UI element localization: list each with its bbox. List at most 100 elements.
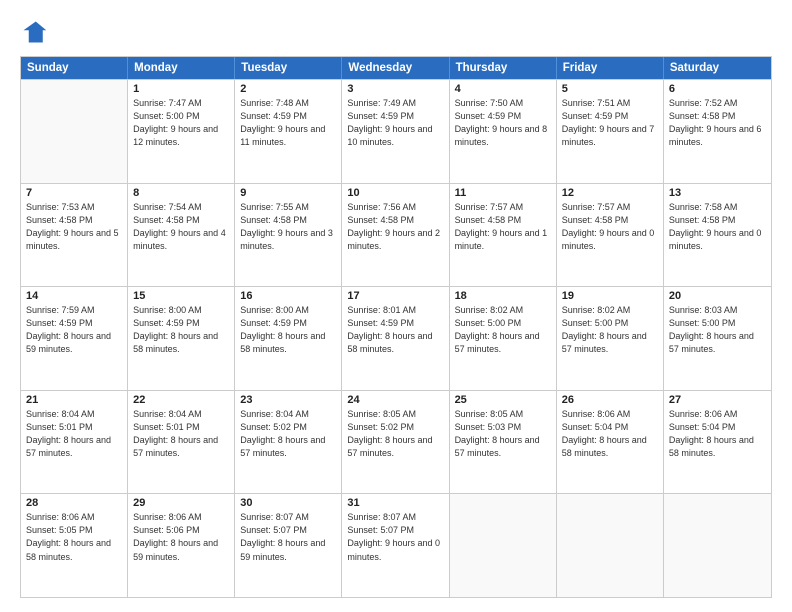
cal-cell: 2 Sunrise: 7:48 AMSunset: 4:59 PMDaylight…	[235, 80, 342, 183]
cal-cell: 7 Sunrise: 7:53 AMSunset: 4:58 PMDaylight…	[21, 184, 128, 287]
day-info: Sunrise: 8:04 AMSunset: 5:01 PMDaylight:…	[26, 408, 122, 460]
day-info: Sunrise: 7:56 AMSunset: 4:58 PMDaylight:…	[347, 201, 443, 253]
cal-cell: 3Sunrise: 7:49 AMSunset: 4:59 PMDaylight…	[342, 80, 449, 183]
day-number: 16	[240, 290, 336, 302]
cal-header-day: Thursday	[450, 57, 557, 79]
day-info: Sunrise: 8:05 AMSunset: 5:02 PMDaylight:…	[347, 408, 443, 460]
day-number: 13	[669, 187, 766, 199]
day-number: 9	[240, 187, 336, 199]
cal-header-day: Saturday	[664, 57, 771, 79]
day-info: Sunrise: 8:06 AMSunset: 5:06 PMDaylight:…	[133, 511, 229, 563]
day-number: 7	[26, 187, 122, 199]
day-number: 29	[133, 497, 229, 509]
day-number: 4	[455, 83, 551, 95]
cal-cell: 6 Sunrise: 7:52 AMSunset: 4:58 PMDaylight…	[664, 80, 771, 183]
cal-cell	[664, 494, 771, 597]
day-number: 15	[133, 290, 229, 302]
day-info: Sunrise: 7:51 AMSunset: 4:59 PMDaylight:…	[562, 97, 658, 149]
day-info: Sunrise: 8:07 AMSunset: 5:07 PMDaylight:…	[347, 511, 443, 563]
cal-cell: 21 Sunrise: 8:04 AMSunset: 5:01 PMDayligh…	[21, 391, 128, 494]
day-info: Sunrise: 7:48 AMSunset: 4:59 PMDaylight:…	[240, 97, 336, 149]
cal-cell: 9Sunrise: 7:55 AMSunset: 4:58 PMDaylight…	[235, 184, 342, 287]
cal-cell: 17Sunrise: 8:01 AMSunset: 4:59 PMDayligh…	[342, 287, 449, 390]
cal-cell: 16 Sunrise: 8:00 AMSunset: 4:59 PMDayligh…	[235, 287, 342, 390]
day-number: 1	[133, 83, 229, 95]
cal-cell: 8 Sunrise: 7:54 AMSunset: 4:58 PMDaylight…	[128, 184, 235, 287]
cal-cell: 29 Sunrise: 8:06 AMSunset: 5:06 PMDayligh…	[128, 494, 235, 597]
day-number: 31	[347, 497, 443, 509]
day-info: Sunrise: 8:02 AMSunset: 5:00 PMDaylight:…	[455, 304, 551, 356]
day-number: 19	[562, 290, 658, 302]
day-info: Sunrise: 8:01 AMSunset: 4:59 PMDaylight:…	[347, 304, 443, 356]
day-info: Sunrise: 8:03 AMSunset: 5:00 PMDaylight:…	[669, 304, 766, 356]
day-number: 8	[133, 187, 229, 199]
day-number: 6	[669, 83, 766, 95]
cal-header-day: Monday	[128, 57, 235, 79]
cal-cell: 28 Sunrise: 8:06 AMSunset: 5:05 PMDayligh…	[21, 494, 128, 597]
day-info: Sunrise: 8:04 AMSunset: 5:01 PMDaylight:…	[133, 408, 229, 460]
cal-cell: 4 Sunrise: 7:50 AMSunset: 4:59 PMDaylight…	[450, 80, 557, 183]
cal-cell: 1Sunrise: 7:47 AMSunset: 5:00 PMDaylight…	[128, 80, 235, 183]
cal-cell: 22 Sunrise: 8:04 AMSunset: 5:01 PMDayligh…	[128, 391, 235, 494]
day-number: 20	[669, 290, 766, 302]
cal-cell: 5Sunrise: 7:51 AMSunset: 4:59 PMDaylight…	[557, 80, 664, 183]
cal-week-row: 1Sunrise: 7:47 AMSunset: 5:00 PMDaylight…	[21, 79, 771, 183]
day-info: Sunrise: 7:58 AMSunset: 4:58 PMDaylight:…	[669, 201, 766, 253]
cal-cell: 15 Sunrise: 8:00 AMSunset: 4:59 PMDayligh…	[128, 287, 235, 390]
day-number: 14	[26, 290, 122, 302]
day-info: Sunrise: 8:00 AMSunset: 4:59 PMDaylight:…	[240, 304, 336, 356]
cal-cell: 18 Sunrise: 8:02 AMSunset: 5:00 PMDayligh…	[450, 287, 557, 390]
cal-cell: 26Sunrise: 8:06 AMSunset: 5:04 PMDayligh…	[557, 391, 664, 494]
day-number: 25	[455, 394, 551, 406]
cal-cell: 12 Sunrise: 7:57 AMSunset: 4:58 PMDayligh…	[557, 184, 664, 287]
cal-cell: 31 Sunrise: 8:07 AMSunset: 5:07 PMDayligh…	[342, 494, 449, 597]
cal-cell: 25 Sunrise: 8:05 AMSunset: 5:03 PMDayligh…	[450, 391, 557, 494]
day-number: 30	[240, 497, 336, 509]
calendar-body: 1Sunrise: 7:47 AMSunset: 5:00 PMDaylight…	[21, 79, 771, 597]
day-number: 22	[133, 394, 229, 406]
day-number: 12	[562, 187, 658, 199]
day-number: 21	[26, 394, 122, 406]
day-number: 24	[347, 394, 443, 406]
cal-header-day: Friday	[557, 57, 664, 79]
cal-cell	[450, 494, 557, 597]
calendar-header: SundayMondayTuesdayWednesdayThursdayFrid…	[21, 57, 771, 79]
cal-cell: 30 Sunrise: 8:07 AMSunset: 5:07 PMDayligh…	[235, 494, 342, 597]
day-info: Sunrise: 7:57 AMSunset: 4:58 PMDaylight:…	[455, 201, 551, 253]
cal-header-day: Tuesday	[235, 57, 342, 79]
day-info: Sunrise: 7:50 AMSunset: 4:59 PMDaylight:…	[455, 97, 551, 149]
day-info: Sunrise: 8:06 AMSunset: 5:05 PMDaylight:…	[26, 511, 122, 563]
cal-cell: 13 Sunrise: 7:58 AMSunset: 4:58 PMDayligh…	[664, 184, 771, 287]
day-info: Sunrise: 8:02 AMSunset: 5:00 PMDaylight:…	[562, 304, 658, 356]
day-number: 2	[240, 83, 336, 95]
day-number: 11	[455, 187, 551, 199]
day-number: 27	[669, 394, 766, 406]
day-number: 18	[455, 290, 551, 302]
day-info: Sunrise: 8:06 AMSunset: 5:04 PMDaylight:…	[669, 408, 766, 460]
cal-cell: 23 Sunrise: 8:04 AMSunset: 5:02 PMDayligh…	[235, 391, 342, 494]
day-number: 23	[240, 394, 336, 406]
day-info: Sunrise: 8:07 AMSunset: 5:07 PMDaylight:…	[240, 511, 336, 563]
day-info: Sunrise: 7:57 AMSunset: 4:58 PMDaylight:…	[562, 201, 658, 253]
day-info: Sunrise: 8:06 AMSunset: 5:04 PMDaylight:…	[562, 408, 658, 460]
cal-week-row: 21 Sunrise: 8:04 AMSunset: 5:01 PMDayligh…	[21, 390, 771, 494]
day-info: Sunrise: 7:49 AMSunset: 4:59 PMDaylight:…	[347, 97, 443, 149]
day-info: Sunrise: 7:54 AMSunset: 4:58 PMDaylight:…	[133, 201, 229, 253]
cal-cell: 20 Sunrise: 8:03 AMSunset: 5:00 PMDayligh…	[664, 287, 771, 390]
day-info: Sunrise: 7:52 AMSunset: 4:58 PMDaylight:…	[669, 97, 766, 149]
cal-cell: 10Sunrise: 7:56 AMSunset: 4:58 PMDayligh…	[342, 184, 449, 287]
day-info: Sunrise: 8:05 AMSunset: 5:03 PMDaylight:…	[455, 408, 551, 460]
cal-header-day: Sunday	[21, 57, 128, 79]
cal-cell	[557, 494, 664, 597]
cal-cell: 11 Sunrise: 7:57 AMSunset: 4:58 PMDayligh…	[450, 184, 557, 287]
cal-week-row: 28 Sunrise: 8:06 AMSunset: 5:05 PMDayligh…	[21, 493, 771, 597]
cal-cell: 27 Sunrise: 8:06 AMSunset: 5:04 PMDayligh…	[664, 391, 771, 494]
day-number: 28	[26, 497, 122, 509]
cal-cell	[21, 80, 128, 183]
day-info: Sunrise: 8:04 AMSunset: 5:02 PMDaylight:…	[240, 408, 336, 460]
logo-icon	[20, 18, 48, 46]
day-info: Sunrise: 7:53 AMSunset: 4:58 PMDaylight:…	[26, 201, 122, 253]
header	[20, 18, 772, 46]
day-info: Sunrise: 8:00 AMSunset: 4:59 PMDaylight:…	[133, 304, 229, 356]
page: SundayMondayTuesdayWednesdayThursdayFrid…	[0, 0, 792, 612]
